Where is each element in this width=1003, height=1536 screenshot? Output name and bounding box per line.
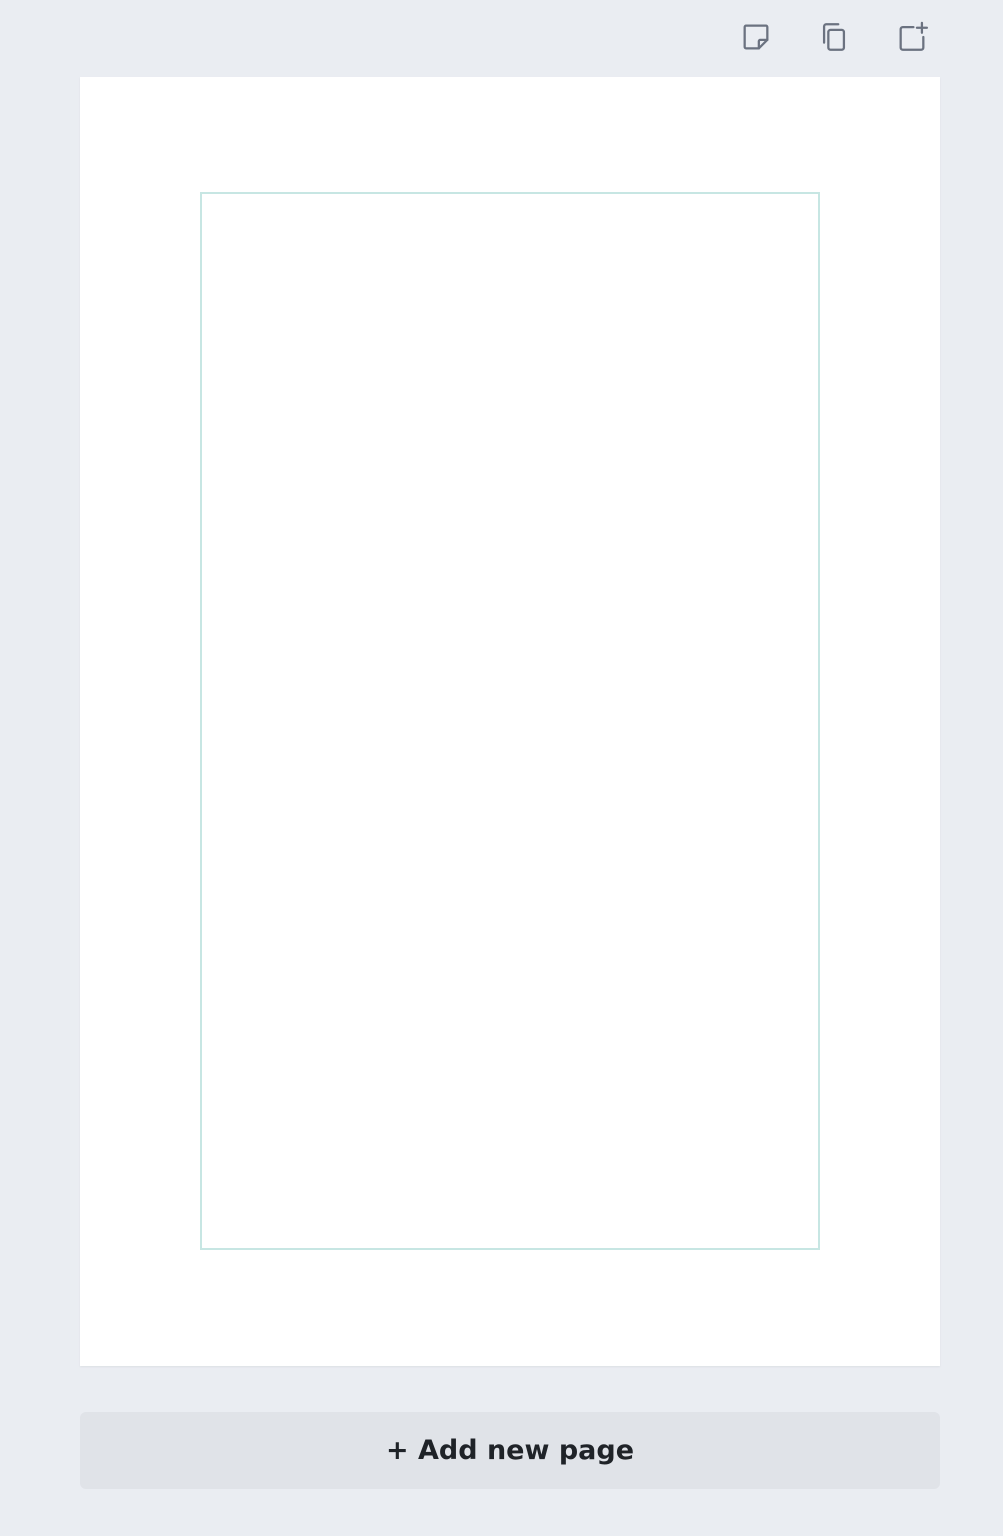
design-page[interactable]	[80, 77, 940, 1366]
add-notes-button[interactable]	[735, 18, 777, 60]
add-notes-icon	[739, 20, 773, 58]
margin-guide	[200, 192, 820, 1250]
add-new-page-button[interactable]: + Add new page	[80, 1412, 940, 1489]
page-toolbar	[735, 18, 933, 60]
add-page-button[interactable]	[891, 18, 933, 60]
add-page-icon	[895, 20, 929, 58]
duplicate-page-button[interactable]	[813, 18, 855, 60]
duplicate-page-icon	[817, 20, 851, 58]
